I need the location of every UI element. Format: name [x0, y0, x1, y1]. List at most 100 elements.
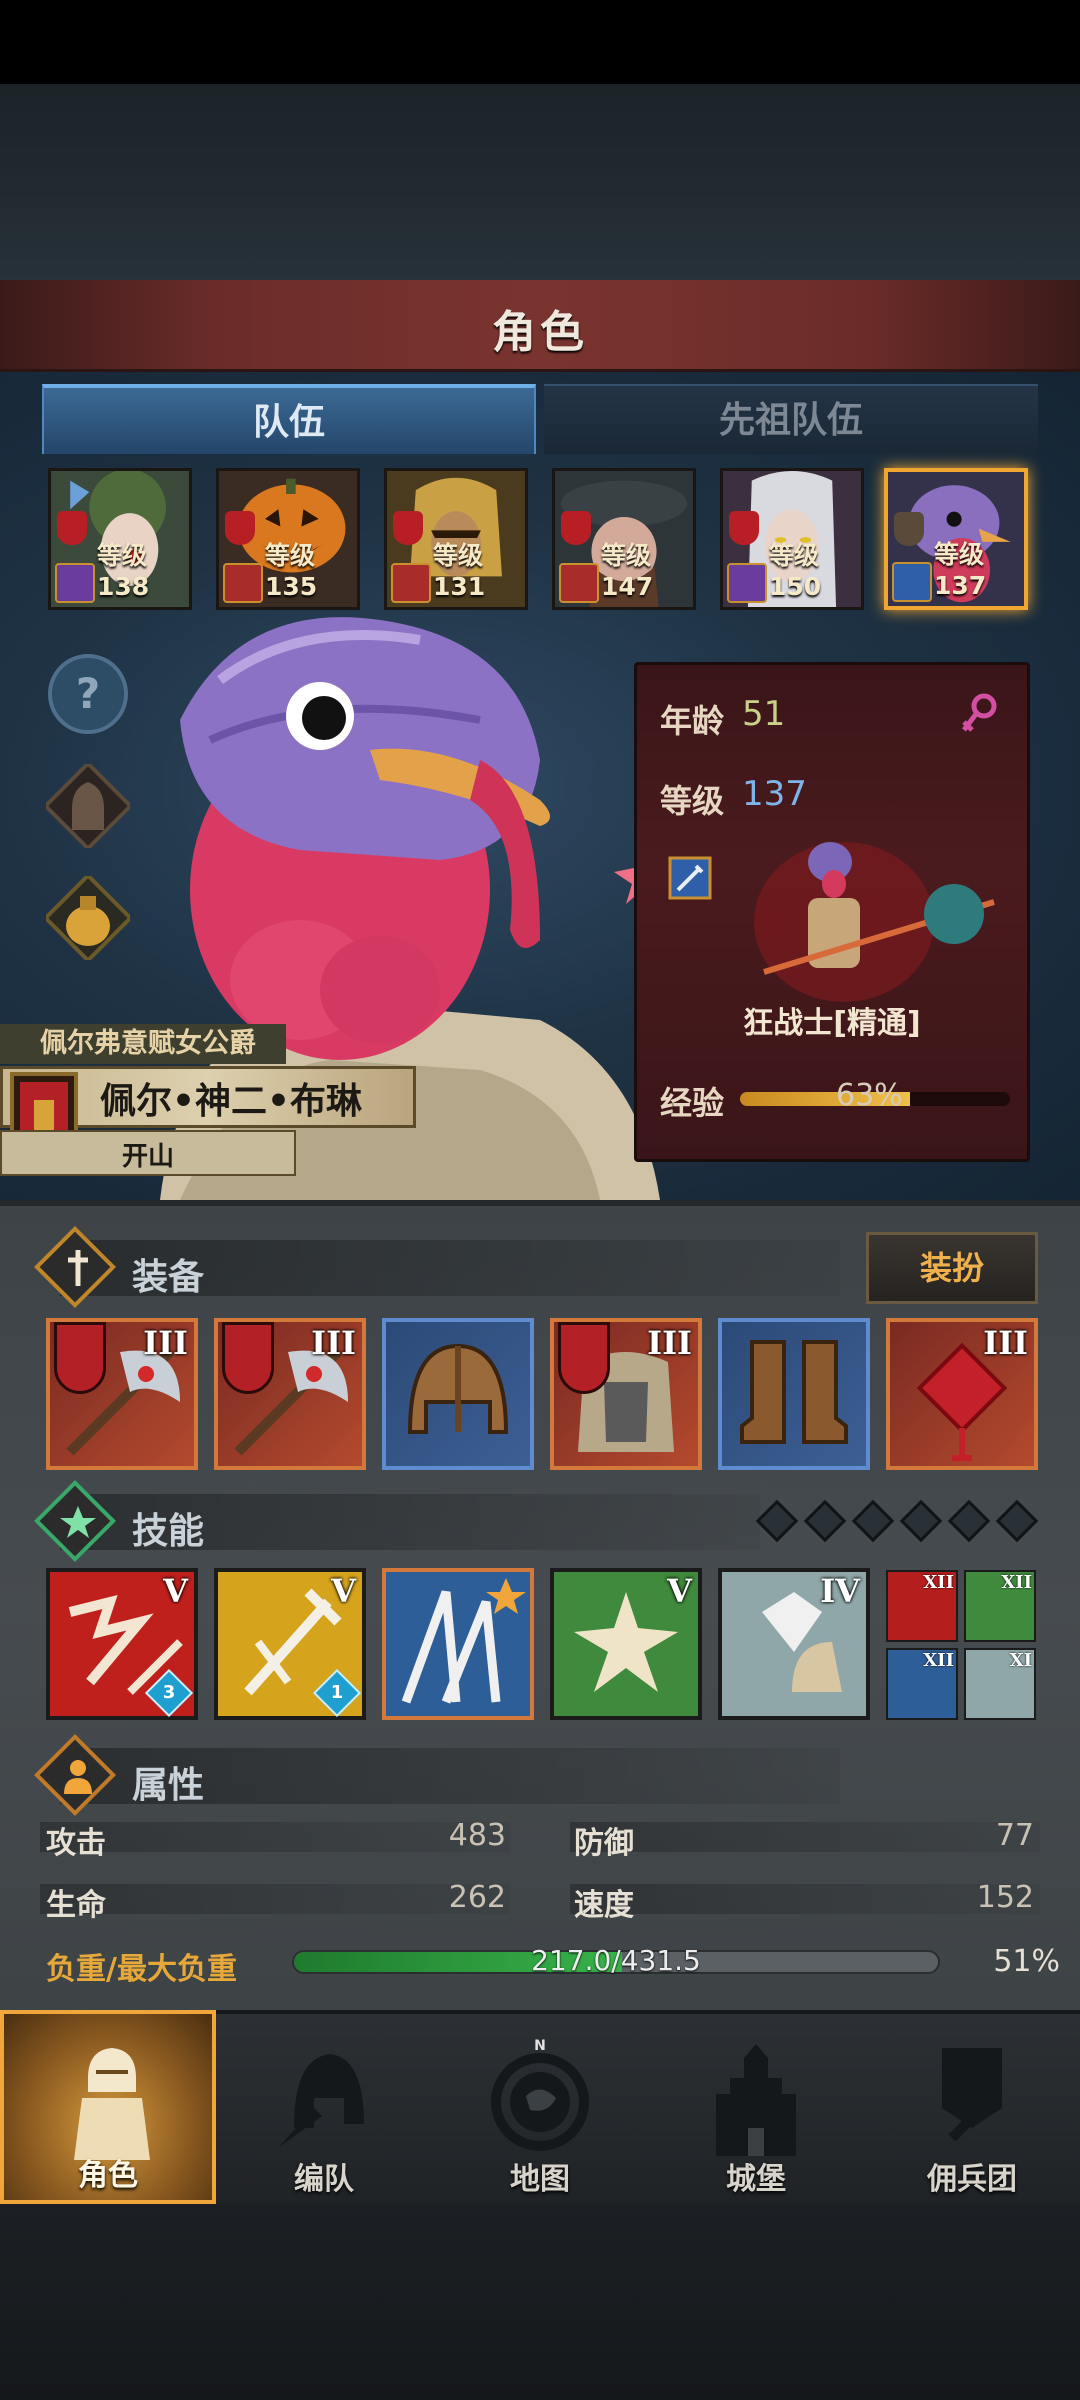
knight-icon	[74, 2048, 150, 2160]
faction-banner-icon	[558, 1322, 610, 1394]
faction-mark-icon	[57, 511, 87, 545]
nav-formation[interactable]: 编队	[216, 2010, 432, 2204]
party-level-label: 等级147	[601, 541, 654, 601]
help-icon[interactable]: ?	[46, 652, 130, 736]
faction-mark-icon	[225, 511, 255, 545]
skill-slot-2[interactable]: V 1	[214, 1568, 366, 1720]
skill-tier: XII	[1001, 1572, 1032, 1593]
helmet-icon	[407, 1343, 509, 1434]
hero-subtitle: 开山	[121, 1142, 174, 1172]
load-label: 负重/最大负重	[46, 1952, 237, 1987]
skill-tier: IV	[820, 1572, 860, 1610]
helmet-icon	[278, 2054, 364, 2148]
skill-slot-4[interactable]: V	[550, 1568, 702, 1720]
equipment-slot-boots[interactable]	[718, 1318, 870, 1470]
defense-label: 防御	[574, 1826, 634, 1861]
system-nav-area	[0, 2204, 1080, 2400]
load-percent: 51%	[993, 1944, 1060, 1979]
faction-banner-icon	[222, 1322, 274, 1394]
passive-skill-3[interactable]: XII	[886, 1648, 958, 1720]
age-value: 51	[742, 694, 786, 734]
tab-ancestors-team[interactable]: 先祖队伍	[544, 384, 1038, 454]
castle-icon	[716, 2044, 796, 2156]
equipment-tier: III	[983, 1324, 1028, 1362]
passive-skill-2[interactable]: XII	[964, 1570, 1036, 1642]
sword-icon	[668, 856, 712, 900]
equipment-tier: III	[647, 1324, 692, 1362]
nav-label: 编队	[294, 2162, 354, 2197]
load-value: 217.0/431.5	[531, 1944, 701, 1977]
party-member-4[interactable]: 等级147	[552, 468, 696, 610]
nav-label: 佣兵团	[927, 2162, 1017, 2197]
equipment-slot-armor[interactable]: III	[550, 1318, 702, 1470]
party-member-5[interactable]: 等级150	[720, 468, 864, 610]
nav-label: 地图	[510, 2162, 570, 2197]
svg-text:?: ?	[76, 669, 100, 718]
nav-character[interactable]: 角色	[0, 2010, 216, 2204]
hooded-figure-icon[interactable]	[46, 764, 130, 848]
defense-value: 77	[995, 1818, 1034, 1853]
skill-tier: V	[331, 1572, 356, 1610]
nav-castle[interactable]: 城堡	[648, 2010, 864, 2204]
exp-label: 经验	[660, 1084, 725, 1122]
faction-mark-icon	[894, 512, 924, 546]
person-icon	[64, 1760, 92, 1794]
nav-mercenary[interactable]: 佣兵团	[864, 2010, 1080, 2204]
equipment-title: 装备	[132, 1257, 205, 1298]
party-member-6[interactable]: 等级137	[884, 468, 1028, 610]
party-member-2[interactable]: 等级135	[216, 468, 360, 610]
dress-up-button[interactable]: 装扮	[866, 1232, 1038, 1304]
attack-value: 483	[448, 1818, 506, 1853]
class-figure-illustration	[754, 842, 995, 1002]
horse-icon	[223, 563, 263, 603]
party-member-3[interactable]: 等级131	[384, 468, 528, 610]
level-label: 等级	[660, 782, 725, 820]
top-backdrop	[0, 84, 1080, 280]
equipment-slot-helmet[interactable]	[382, 1318, 534, 1470]
nav-map[interactable]: N 地图	[432, 2010, 648, 2204]
passive-skill-4[interactable]: XI	[964, 1648, 1036, 1720]
passive-skill-1[interactable]: XII	[886, 1570, 958, 1642]
horse-icon	[391, 563, 431, 603]
equipment-slot-weapon[interactable]: III	[46, 1318, 198, 1470]
attributes-title: 属性	[132, 1765, 205, 1806]
age-label: 年龄	[660, 702, 725, 740]
faction-mark-icon	[729, 511, 759, 545]
equipment-slot-accessory[interactable]: III	[886, 1318, 1038, 1470]
class-name: 狂战士[精通]	[743, 1006, 921, 1041]
exp-percent: 63%	[836, 1078, 903, 1113]
faction-banner-icon	[54, 1322, 106, 1394]
skill-slot-5[interactable]: IV	[718, 1568, 870, 1720]
hp-label: 生命	[46, 1888, 106, 1923]
equipment-slot-offhand[interactable]: III	[214, 1318, 366, 1470]
star-icon	[60, 1506, 96, 1538]
party-level-label: 等级135	[265, 541, 318, 601]
skill-slot-1[interactable]: V 3	[46, 1568, 198, 1720]
hp-value: 262	[448, 1880, 506, 1915]
potion-bag-icon[interactable]	[46, 876, 130, 960]
hero-title: 佩尔弗意赋女公爵	[0, 1024, 286, 1064]
tab-team[interactable]: 队伍	[42, 384, 536, 454]
skill-tier: XII	[923, 1572, 954, 1593]
nav-label: 城堡	[726, 2162, 786, 2197]
banner-icon	[942, 2048, 1002, 2142]
skills-title: 技能	[132, 1511, 205, 1552]
boots-icon	[740, 1340, 848, 1444]
dagger-icon	[68, 1250, 88, 1286]
faction-mark-icon	[561, 511, 591, 545]
sword-icon	[892, 562, 932, 602]
party-member-1[interactable]: 等级138	[48, 468, 192, 610]
svg-text:N: N	[534, 2038, 546, 2054]
party-level-label: 等级131	[433, 541, 486, 601]
level-value: 137	[742, 774, 807, 814]
compass-icon: N	[491, 2038, 589, 2151]
speed-label: 速度	[574, 1888, 634, 1923]
skill-tier: XI	[1009, 1650, 1032, 1671]
skill-tier: V	[163, 1572, 188, 1610]
skill-slot-3[interactable]	[382, 1568, 534, 1720]
speed-value: 152	[976, 1880, 1034, 1915]
party-level-label: 等级150	[769, 541, 822, 601]
hero-name: 佩尔•神二•布琳	[100, 1081, 363, 1122]
equipment-tier: III	[311, 1324, 356, 1362]
party-level-label: 等级137	[934, 540, 987, 600]
